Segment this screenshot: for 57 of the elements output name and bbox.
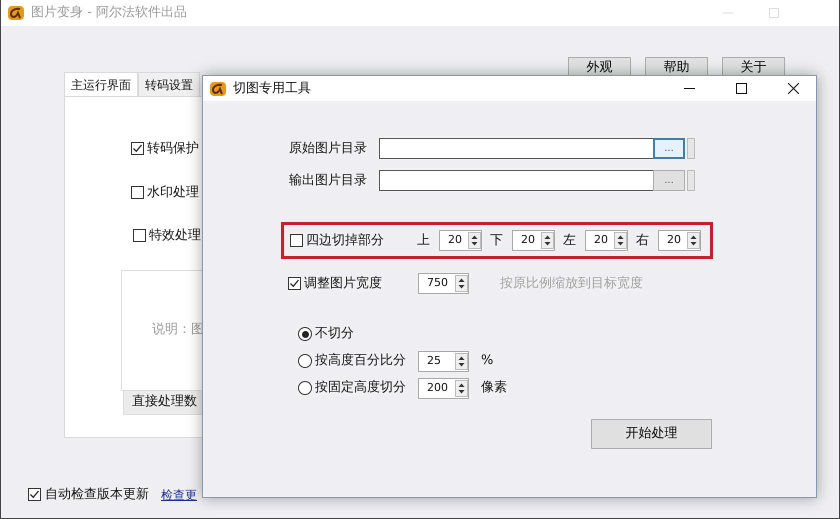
path-field[interactable] (379, 170, 653, 191)
tab[interactable]: 转码设置 (138, 72, 200, 96)
radio-label: 不切分 (315, 325, 354, 344)
spinner-icon[interactable] (455, 275, 468, 292)
spinner-icon[interactable] (455, 352, 468, 370)
checkbox[interactable] (133, 229, 146, 242)
browse-button[interactable]: ... (653, 170, 685, 191)
start-button[interactable]: 开始处理 (591, 419, 712, 449)
checkbox[interactable] (28, 488, 41, 502)
radio-label: 按固定高度切分 (315, 379, 406, 398)
maximize-icon[interactable] (736, 83, 746, 94)
side-label: 左 (563, 232, 577, 250)
field-label: 原始图片目录 (288, 140, 368, 158)
checkbox-label: 特效处理 (149, 227, 202, 245)
spinner-icon[interactable] (614, 232, 627, 249)
number-field[interactable]: 25 (418, 350, 469, 372)
radio-button[interactable] (298, 354, 312, 368)
checkbox[interactable] (131, 186, 144, 199)
radio-button[interactable] (298, 327, 312, 341)
unit-label: % (481, 352, 494, 370)
checkbox[interactable] (290, 234, 303, 247)
checkbox-label: 调整图片宽度 (304, 274, 382, 293)
path-field[interactable] (379, 138, 653, 159)
unit-label: 像素 (481, 379, 507, 398)
spinner-icon[interactable] (687, 232, 700, 249)
field-label: 输出图片目录 (288, 172, 368, 190)
number-field[interactable]: 20 (439, 230, 482, 251)
logo-icon (7, 4, 25, 22)
window-title: 切图专用工具 (233, 80, 311, 98)
radio-button[interactable] (298, 381, 312, 395)
window-title: 图片变身 - 阿尔法软件出品 (31, 4, 187, 22)
hint-text: 按原比例缩放到目标宽度 (500, 274, 643, 293)
side-label: 上 (417, 232, 431, 250)
checkbox[interactable] (131, 142, 144, 156)
spinner-icon[interactable] (455, 380, 468, 396)
spinner-icon[interactable] (468, 232, 481, 249)
radio-label: 按高度百分比分 (315, 352, 406, 370)
checkbox-label: 水印处理 (147, 184, 200, 202)
number-field[interactable]: 200 (418, 378, 469, 398)
checkbox-label: 四边切掉部分 (306, 232, 384, 250)
side-label: 下 (490, 232, 504, 250)
spinner-icon[interactable] (541, 232, 554, 249)
scroll-stub (687, 138, 695, 159)
scroll-stub (687, 170, 695, 191)
number-field[interactable]: 20 (512, 230, 555, 251)
side-label: 右 (636, 232, 650, 250)
checkbox-label: 转码保护 (147, 140, 200, 158)
number-field[interactable]: 750 (418, 273, 469, 294)
checkbox-label: 自动检查版本更新 (45, 486, 149, 504)
close-icon[interactable] (788, 83, 798, 94)
checkbox[interactable] (288, 277, 301, 290)
number-field[interactable]: 20 (658, 230, 701, 251)
browse-button[interactable]: ... (653, 138, 685, 159)
check-update-link[interactable]: 检查更 (161, 486, 197, 504)
tab[interactable]: 主运行界面 (64, 72, 138, 96)
logo-icon (209, 80, 227, 98)
number-field[interactable]: 20 (585, 230, 628, 251)
